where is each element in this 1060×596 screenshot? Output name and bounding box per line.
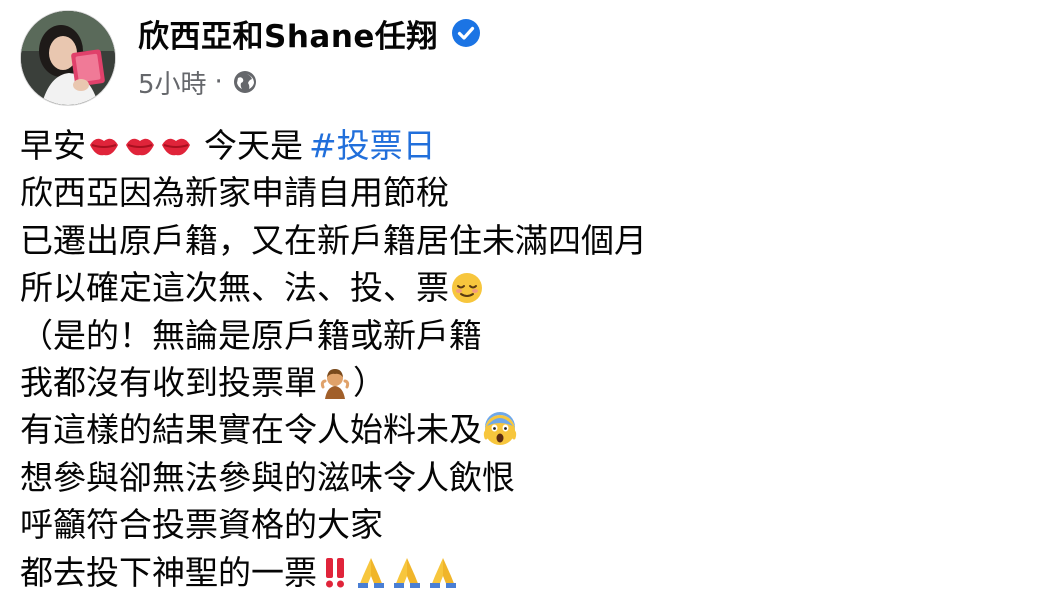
person-shrugging-icon — [317, 365, 353, 401]
post-line-6: 我都沒有收到投票單 ） — [20, 359, 1050, 406]
post-line-7-text: 有這樣的結果實在令人始料未及 — [20, 410, 482, 450]
globe-icon[interactable] — [231, 68, 259, 96]
post-line-4-text: 所以確定這次無、法、投、票 — [20, 268, 449, 308]
post-line-2-text: 欣西亞因為新家申請自用節稅 — [20, 173, 449, 213]
kiss-mark-icon — [158, 128, 194, 164]
meta-separator: · — [214, 67, 223, 97]
kiss-mark-icon — [122, 128, 158, 164]
avatar-image — [21, 11, 115, 105]
double-exclamation-icon — [317, 554, 353, 590]
relieved-face-icon — [449, 270, 485, 306]
folded-hands-icon — [389, 554, 425, 590]
post-line-8: 想參與卻無法參與的滋味令人飲恨 — [20, 454, 1050, 501]
post-timestamp[interactable]: 5小時 — [138, 64, 207, 101]
post-line-5-text: （是的！無論是原戶籍或新戶籍 — [20, 315, 482, 355]
post-meta: 5小時 · — [138, 62, 259, 102]
avatar[interactable] — [20, 10, 116, 106]
post-line-8-text: 想參與卻無法參與的滋味令人飲恨 — [20, 457, 515, 497]
post-line-4: 所以確定這次無、法、投、票 — [20, 264, 1050, 311]
hashtag-link[interactable]: #投票日 — [309, 122, 436, 169]
folded-hands-icon — [425, 554, 461, 590]
post-line-2: 欣西亞因為新家申請自用節稅 — [20, 169, 1050, 216]
today-is-text: 今天是 — [204, 126, 303, 165]
post-line-7: 有這樣的結果實在令人始料未及 — [20, 406, 1050, 453]
author-row: 欣西亞和Shane任翔 — [138, 10, 482, 56]
post-line-3-text: 已遷出原戶籍，又在新戶籍居住未滿四個月 — [20, 220, 647, 260]
post-line-10: 都去投下神聖的一票 — [20, 549, 1050, 596]
closing-paren: ） — [353, 362, 386, 402]
author-name[interactable]: 欣西亞和Shane任翔 — [138, 11, 438, 56]
facebook-post: 欣西亞和Shane任翔 5小時 · 早安 今天是 #投票日 欣西亞因為新家申請自… — [0, 0, 1060, 596]
post-line-1: 早安 今天是 #投票日 — [20, 122, 1050, 169]
screaming-face-icon — [482, 412, 518, 448]
post-line-9: 呼籲符合投票資格的大家 — [20, 501, 1050, 548]
folded-hands-icon — [353, 554, 389, 590]
post-line-6-text: 我都沒有收到投票單 — [20, 362, 317, 402]
kiss-mark-icon — [86, 128, 122, 164]
post-body: 早安 今天是 #投票日 欣西亞因為新家申請自用節稅 已遷出原戶籍，又在新戶籍居住… — [20, 122, 1050, 596]
greeting-text: 早安 — [20, 126, 86, 165]
verified-badge-icon — [450, 17, 482, 49]
post-line-5: （是的！無論是原戶籍或新戶籍 — [20, 312, 1050, 359]
post-line-3: 已遷出原戶籍，又在新戶籍居住未滿四個月 — [20, 217, 1050, 264]
post-line-10-text: 都去投下神聖的一票 — [20, 552, 317, 592]
post-line-9-text: 呼籲符合投票資格的大家 — [20, 505, 383, 545]
